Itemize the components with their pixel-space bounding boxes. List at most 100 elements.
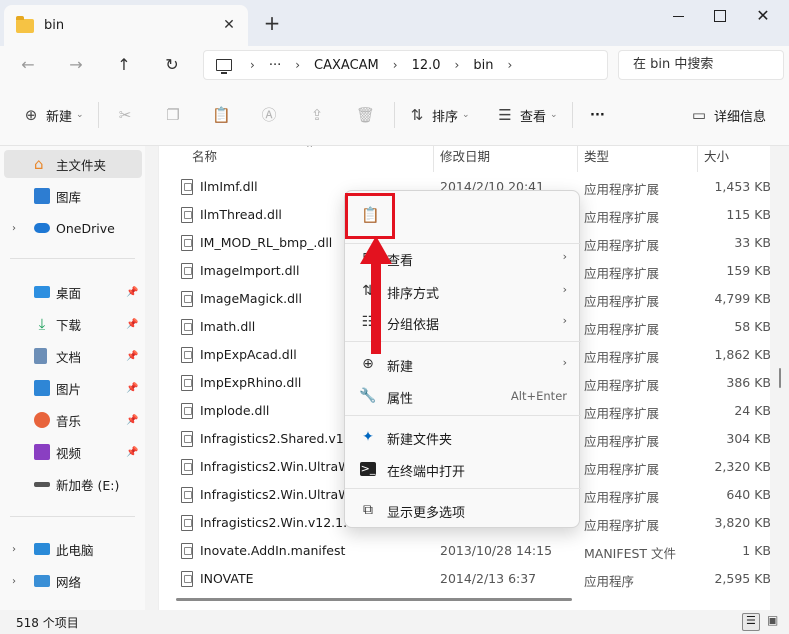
pin-icon[interactable]: 📌 [126, 383, 138, 394]
menu-item-open-terminal[interactable]: >_ 在终端中打开 [345, 453, 581, 485]
rename-button[interactable]: Ⓐ [260, 104, 284, 126]
forward-arrow-icon[interactable]: → [66, 55, 86, 75]
file-icon [181, 291, 193, 307]
sidebar-item-onedrive[interactable]: › OneDrive [0, 214, 145, 242]
sidebar-item-downloads[interactable]: ⤓ 下载 📌 [0, 310, 145, 338]
more-icon: ··· [590, 107, 605, 123]
scissors-icon: ✂ [118, 106, 132, 124]
up-arrow-icon[interactable]: ↑ [114, 55, 134, 75]
sidebar-item-pictures[interactable]: 图片 📌 [0, 374, 145, 402]
address-bar[interactable]: › ··· › CAXACAM › 12.0 › bin › [203, 50, 608, 80]
menu-item-properties[interactable]: 🔧 属性 Alt+Enter [345, 380, 581, 412]
cut-button[interactable]: ✂ [116, 104, 140, 126]
file-name: IlmThread.dll [200, 207, 282, 222]
sidebar-item-network[interactable]: › 网络 [0, 567, 145, 595]
tab-title: bin [44, 18, 65, 33]
breadcrumb-version[interactable]: 12.0 [412, 58, 441, 73]
view-button[interactable]: ☰ 查看 ⌄ [496, 104, 557, 126]
sort-button[interactable]: ⇅ 排序 ⌄ [408, 104, 470, 126]
table-row[interactable]: Inovate.AddIn.manifest 2013/10/28 14:15 MA… [159, 537, 770, 565]
cloud-icon [34, 223, 50, 233]
sidebar-item-label: 新加卷 (E:) [56, 477, 120, 493]
breadcrumb-bin[interactable]: bin [473, 58, 493, 73]
sidebar-item-gallery[interactable]: 图库 [0, 182, 145, 210]
file-type: 应用程序扩展 [584, 210, 660, 225]
search-input[interactable]: 在 bin 中搜索 [618, 50, 784, 80]
file-icon [181, 375, 193, 391]
column-header-modified[interactable]: 修改日期 [440, 146, 490, 172]
horizontal-scrollbar[interactable] [176, 598, 572, 601]
menu-item-new-folder[interactable]: ✦ 新建文件夹 [345, 421, 581, 453]
file-icon [181, 319, 193, 335]
sidebar-item-desktop[interactable]: 桌面 📌 [0, 278, 145, 306]
pin-icon[interactable]: 📌 [126, 287, 138, 298]
sidebar-item-this-pc[interactable]: › 此电脑 [0, 535, 145, 563]
file-date: 2013/10/28 14:15 [440, 543, 553, 558]
file-size: 33 KB [734, 235, 770, 250]
menu-item-label: 显示更多选项 [387, 506, 466, 521]
tiles-view-button[interactable] [765, 613, 783, 631]
document-icon [34, 348, 47, 364]
chevron-right-icon[interactable]: › [393, 58, 398, 72]
view-icon: ☰ [498, 106, 512, 124]
column-divider[interactable] [577, 146, 578, 172]
copy-button[interactable]: ❐ [164, 104, 188, 126]
delete-button[interactable]: 🗑 [356, 104, 380, 126]
column-divider[interactable] [697, 146, 698, 172]
close-window-button[interactable]: ✕ [752, 6, 774, 26]
chevron-right-icon: › [562, 356, 567, 369]
close-tab-icon[interactable]: ✕ [220, 16, 238, 34]
file-size: 159 KB [726, 263, 770, 278]
details-view-button[interactable] [742, 613, 760, 631]
divider [345, 488, 581, 489]
sidebar-item-home[interactable]: ⌂ 主文件夹 [4, 150, 142, 178]
rename-icon: Ⓐ [261, 106, 277, 124]
file-name: Infragistics2.Win.UltraWin [200, 487, 362, 502]
sidebar-item-documents[interactable]: 文档 📌 [0, 342, 145, 370]
pin-icon[interactable]: 📌 [126, 319, 138, 330]
file-size: 24 KB [734, 403, 770, 418]
column-header-type[interactable]: 类型 [584, 146, 609, 172]
breadcrumb-caxacam[interactable]: CAXACAM [314, 58, 379, 73]
details-pane-button[interactable]: ▭ 详细信息 [690, 104, 766, 126]
new-button[interactable]: ⊕ 新建 ⌄ [22, 104, 84, 126]
copy-icon: ❐ [166, 106, 180, 124]
paste-button[interactable]: 📋 [212, 104, 236, 126]
chevron-right-icon[interactable]: › [295, 58, 300, 72]
menu-item-show-more[interactable]: ⧉ 显示更多选项 [345, 494, 581, 526]
file-size: 2,320 KB [714, 459, 770, 474]
paste-button[interactable]: 📋 [345, 193, 395, 239]
pin-icon[interactable]: 📌 [126, 351, 138, 362]
sidebar-item-new-volume[interactable]: 新加卷 (E:) [0, 470, 145, 498]
column-divider[interactable] [433, 146, 434, 172]
chevron-right-icon[interactable]: › [12, 576, 16, 587]
pin-icon[interactable]: 📌 [126, 415, 138, 426]
file-name: ImageMagick.dll [200, 291, 302, 306]
refresh-icon[interactable]: ↻ [162, 55, 182, 75]
sidebar-item-videos[interactable]: 视频 📌 [0, 438, 145, 466]
tab-bin[interactable]: bin ✕ [4, 5, 248, 46]
file-type: 应用程序扩展 [584, 462, 660, 477]
chevron-right-icon[interactable]: › [455, 58, 460, 72]
sidebar-item-music[interactable]: 音乐 📌 [0, 406, 145, 434]
scrollbar-thumb[interactable] [779, 368, 781, 388]
chevron-right-icon[interactable]: › [12, 223, 16, 234]
back-arrow-icon[interactable]: ← [18, 55, 38, 75]
new-label: 新建 [46, 109, 73, 125]
file-type: 应用程序扩展 [584, 434, 660, 449]
address-more[interactable]: ··· [269, 58, 281, 73]
chevron-right-icon[interactable]: › [507, 58, 512, 72]
chevron-right-icon[interactable]: › [250, 58, 255, 72]
pin-icon[interactable]: 📌 [126, 447, 138, 458]
more-button[interactable]: ··· [590, 104, 605, 126]
minimize-button[interactable] [668, 6, 690, 26]
new-tab-button[interactable]: + [262, 13, 282, 34]
chevron-right-icon[interactable]: › [12, 544, 16, 555]
vertical-scrollbar[interactable] [777, 146, 783, 610]
arrow-shape [360, 236, 392, 354]
column-header-name[interactable]: 名称 [192, 146, 217, 172]
table-row[interactable]: INOVATE 2014/2/13 6:37 应用程序 2,595 KB [159, 565, 770, 593]
column-header-size[interactable]: 大小 [704, 146, 729, 172]
maximize-button[interactable] [708, 6, 730, 26]
share-button[interactable]: ⇪ [308, 104, 332, 126]
